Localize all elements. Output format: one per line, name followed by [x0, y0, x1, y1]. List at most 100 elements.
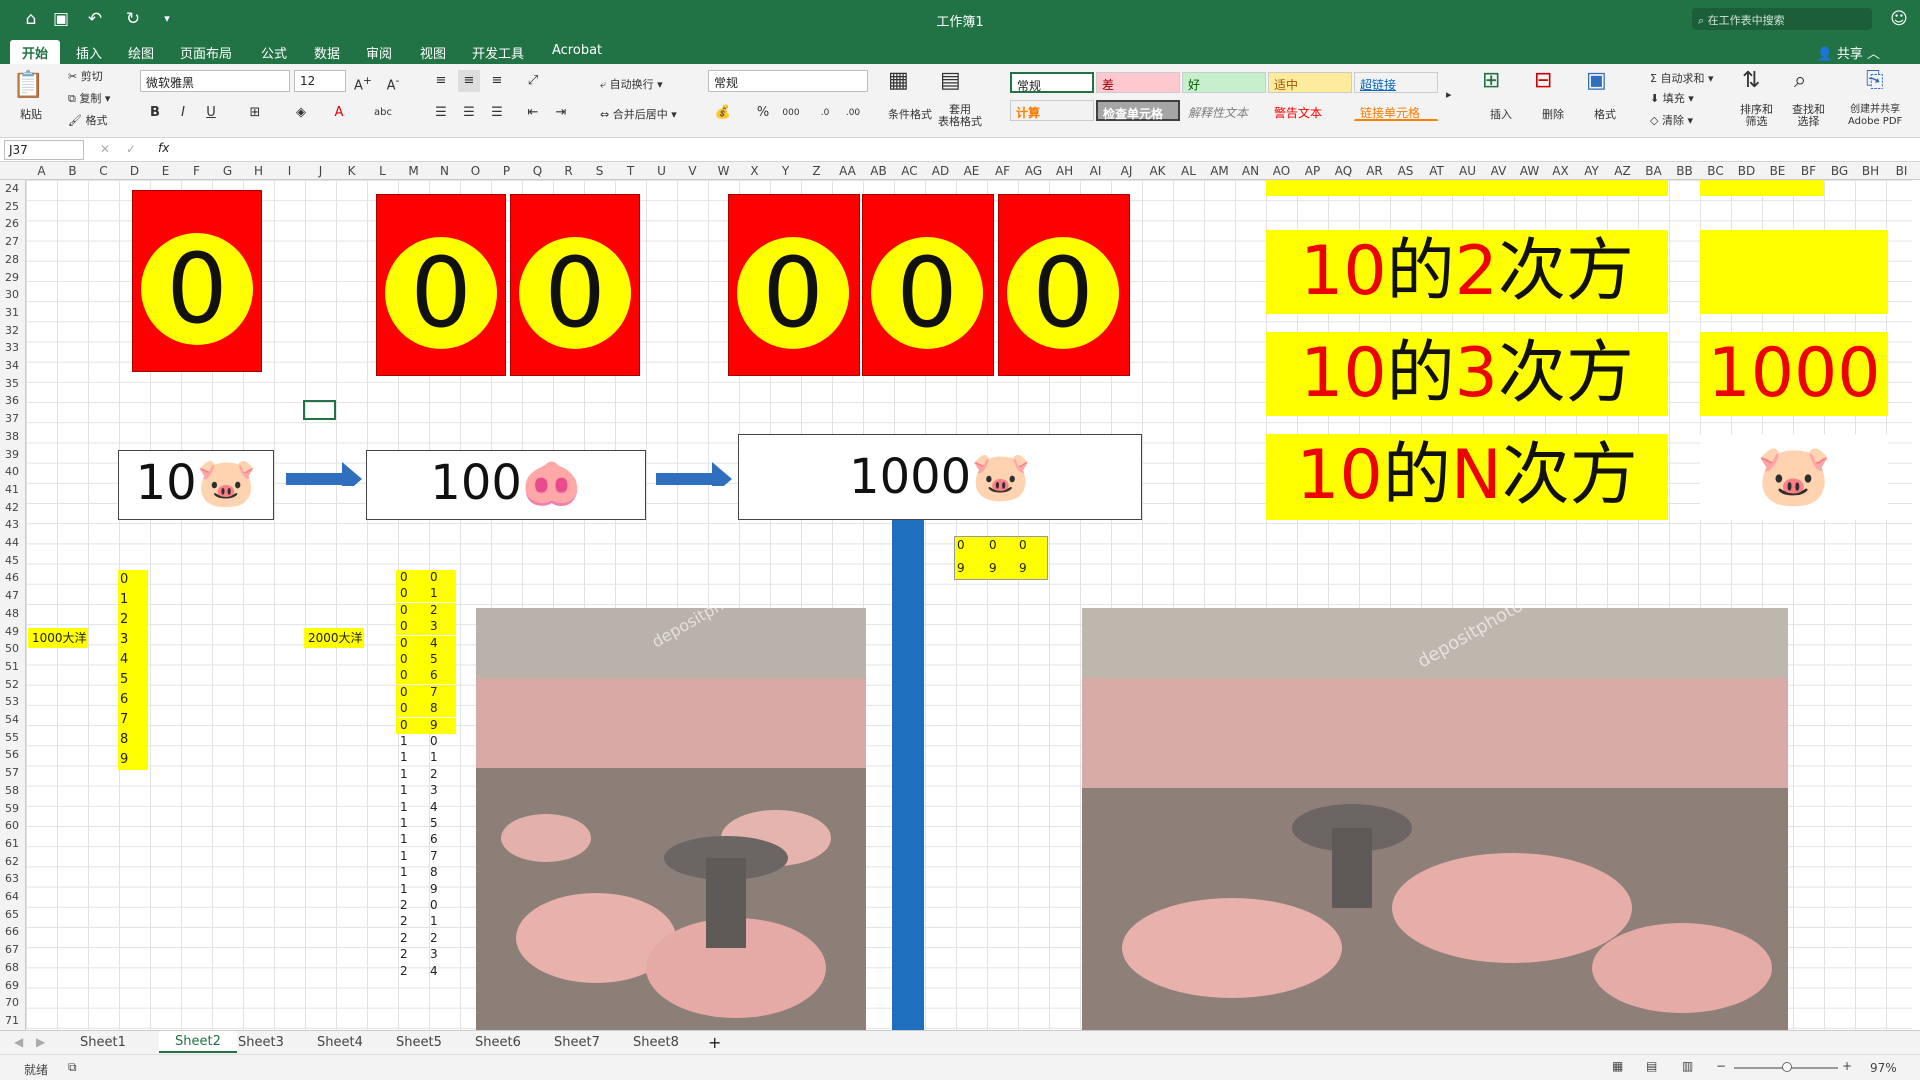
style-warning[interactable]: 警告文本	[1268, 100, 1352, 121]
row-header[interactable]: 31	[0, 306, 24, 319]
font-size-select[interactable]: 12	[294, 70, 346, 92]
column-header[interactable]: AO	[1266, 164, 1297, 178]
column-header[interactable]: L	[367, 164, 398, 178]
column-header[interactable]: Y	[770, 164, 801, 178]
row-header[interactable]: 34	[0, 359, 24, 372]
column-header[interactable]: AD	[925, 164, 956, 178]
zoom-thumb[interactable]	[1782, 1062, 1792, 1072]
number-format-select[interactable]: 常规	[708, 70, 868, 92]
page-break-icon[interactable]: ▥	[1682, 1059, 1693, 1073]
search-input[interactable]: ⌕ 在工作表中搜索	[1692, 8, 1872, 30]
increase-font-icon[interactable]: A+	[352, 70, 374, 93]
row-header[interactable]: 38	[0, 430, 24, 443]
row-header[interactable]: 70	[0, 996, 24, 1009]
row-header[interactable]: 63	[0, 872, 24, 885]
row-header[interactable]: 57	[0, 766, 24, 779]
style-linked-cell[interactable]: 链接单元格	[1354, 100, 1438, 121]
column-header[interactable]: BA	[1638, 164, 1669, 178]
cut-button[interactable]: ✂ 剪切	[68, 68, 103, 84]
sheet-tab[interactable]: Sheet5	[396, 1035, 442, 1050]
font-color-icon[interactable]: A	[328, 102, 350, 124]
column-header[interactable]: AB	[863, 164, 894, 178]
row-header[interactable]: 27	[0, 235, 24, 248]
row-header[interactable]: 32	[0, 324, 24, 337]
column-header[interactable]: AW	[1514, 164, 1545, 178]
row-header[interactable]: 41	[0, 483, 24, 496]
insert-cells-button[interactable]: 插入	[1490, 106, 1512, 122]
column-header[interactable]: S	[584, 164, 615, 178]
column-header[interactable]: BH	[1855, 164, 1886, 178]
row-header[interactable]: 51	[0, 660, 24, 673]
column-header[interactable]: G	[212, 164, 243, 178]
normal-view-icon[interactable]: ▦	[1612, 1059, 1623, 1073]
row-header[interactable]: 68	[0, 961, 24, 974]
column-header[interactable]: T	[615, 164, 646, 178]
tab-review[interactable]: 审阅	[366, 43, 392, 62]
row-header[interactable]: 49	[0, 625, 24, 638]
tab-acrobat[interactable]: Acrobat	[552, 43, 602, 58]
column-header[interactable]: AG	[1018, 164, 1049, 178]
style-good[interactable]: 好	[1182, 72, 1266, 93]
column-header[interactable]: R	[553, 164, 584, 178]
delete-cells-button[interactable]: 删除	[1542, 106, 1564, 122]
table-format-icon[interactable]: ▤	[940, 68, 961, 93]
insert-cells-icon[interactable]: ⊞	[1482, 68, 1500, 93]
merge-center-button[interactable]: ⇔ 合并后居中 ▾	[600, 106, 677, 122]
zoom-out-icon[interactable]: −	[1716, 1059, 1726, 1073]
column-header[interactable]: U	[646, 164, 677, 178]
tab-page-layout[interactable]: 页面布局	[180, 43, 232, 62]
sort-filter-button[interactable]: 排序和 筛选	[1740, 104, 1773, 128]
zoom-slider[interactable]	[1734, 1062, 1838, 1072]
style-hyperlink[interactable]: 超链接	[1354, 72, 1438, 93]
tab-insert[interactable]: 插入	[76, 43, 102, 62]
column-header[interactable]: V	[677, 164, 708, 178]
sheet-tab[interactable]: Sheet7	[554, 1035, 600, 1050]
bold-button[interactable]: B	[144, 102, 166, 124]
column-header[interactable]: Q	[522, 164, 553, 178]
indent-icon[interactable]: ⇥	[550, 102, 572, 124]
paste-icon[interactable]: 📋	[12, 70, 44, 100]
row-header[interactable]: 39	[0, 448, 24, 461]
paste-button[interactable]: 粘贴	[20, 106, 42, 122]
column-header[interactable]: AP	[1297, 164, 1328, 178]
column-header[interactable]: AZ	[1607, 164, 1638, 178]
row-header[interactable]: 48	[0, 607, 24, 620]
row-header[interactable]: 29	[0, 271, 24, 284]
row-header[interactable]: 36	[0, 394, 24, 407]
sheet-tab[interactable]: Sheet1	[80, 1035, 126, 1050]
row-header[interactable]: 66	[0, 925, 24, 938]
row-header[interactable]: 35	[0, 377, 24, 390]
next-sheet-icon[interactable]: ▶	[36, 1035, 45, 1049]
style-check-cell[interactable]: 检查单元格	[1096, 100, 1180, 121]
column-header[interactable]: AX	[1545, 164, 1576, 178]
column-header[interactable]: AU	[1452, 164, 1483, 178]
column-header[interactable]: A	[26, 164, 57, 178]
increase-decimal-icon[interactable]: .0	[814, 102, 836, 124]
formula-input[interactable]	[180, 140, 1900, 160]
column-header[interactable]: BG	[1824, 164, 1855, 178]
delete-cells-icon[interactable]: ⊟	[1534, 68, 1552, 93]
share-button[interactable]: 👤 共享 ︿	[1817, 43, 1880, 62]
column-header[interactable]: AS	[1390, 164, 1421, 178]
sheet-tab[interactable]: Sheet3	[238, 1035, 284, 1050]
add-sheet-icon[interactable]: +	[708, 1033, 721, 1052]
column-header[interactable]: J	[305, 164, 336, 178]
row-header[interactable]: 64	[0, 890, 24, 903]
row-header[interactable]: 62	[0, 855, 24, 868]
comma-icon[interactable]: 000	[780, 102, 802, 124]
row-header[interactable]: 25	[0, 200, 24, 213]
align-bottom-icon[interactable]: ≡	[486, 70, 508, 92]
column-header[interactable]: AA	[832, 164, 863, 178]
prev-sheet-icon[interactable]: ◀	[14, 1035, 23, 1049]
tab-draw[interactable]: 绘图	[128, 43, 154, 62]
style-normal[interactable]: 常规	[1010, 72, 1094, 93]
row-header[interactable]: 28	[0, 253, 24, 266]
row-header[interactable]: 37	[0, 412, 24, 425]
row-header[interactable]: 56	[0, 748, 24, 761]
column-header[interactable]: AY	[1576, 164, 1607, 178]
align-right-icon[interactable]: ☰	[486, 102, 508, 124]
outdent-icon[interactable]: ⇤	[522, 102, 544, 124]
tab-developer[interactable]: 开发工具	[472, 43, 524, 62]
column-header[interactable]: D	[119, 164, 150, 178]
column-header[interactable]: C	[88, 164, 119, 178]
